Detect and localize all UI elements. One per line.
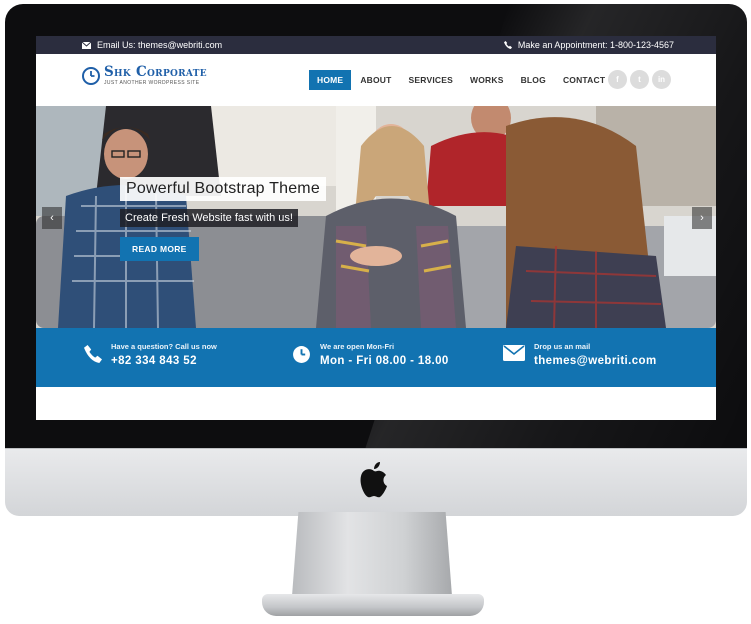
phone-icon	[503, 41, 512, 49]
read-more-button[interactable]: READ MORE	[120, 237, 199, 261]
monitor-bezel: Email Us: themes@webriti.com Make an App…	[5, 4, 747, 448]
envelope-icon	[503, 345, 525, 361]
site-header: Shk Corporate JUST ANOTHER WORDPRESS SIT…	[36, 54, 716, 106]
nav-item-blog[interactable]: BLOG	[513, 70, 554, 90]
website-screen: Email Us: themes@webriti.com Make an App…	[36, 36, 716, 420]
nav-item-contact[interactable]: CONTACT	[555, 70, 613, 90]
info-call: Have a question? Call us now +82 334 843…	[84, 342, 217, 370]
info-hours: We are open Mon-Fri Mon - Fri 08.00 - 18…	[292, 342, 449, 370]
slider-next-arrow[interactable]: ›	[692, 207, 712, 229]
twitter-icon[interactable]: t	[630, 70, 649, 89]
envelope-icon	[82, 41, 91, 49]
imac-monitor: Email Us: themes@webriti.com Make an App…	[5, 4, 747, 516]
nav-item-about[interactable]: ABOUT	[352, 70, 399, 90]
hero-subtitle: Create Fresh Website fast with us!	[120, 209, 298, 227]
info-hours-value: Mon - Fri 08.00 - 18.00	[320, 355, 449, 367]
info-call-value[interactable]: +82 334 843 52	[111, 352, 217, 370]
hero-slider: ‹ › Powerful Bootstrap Theme Create Fres…	[36, 106, 716, 328]
info-hours-label: We are open Mon-Fri	[320, 342, 395, 351]
logo-title: Shk Corporate	[104, 64, 207, 80]
site-logo[interactable]: Shk Corporate JUST ANOTHER WORDPRESS SIT…	[82, 64, 207, 86]
slider-prev-arrow[interactable]: ‹	[42, 207, 62, 229]
monitor-stand-neck	[292, 512, 452, 596]
logo-tagline: JUST ANOTHER WORDPRESS SITE	[104, 79, 200, 86]
topbar-email-text: Email Us: themes@webriti.com	[97, 40, 223, 50]
main-nav: HOME ABOUT SERVICES WORKS BLOG CONTACT	[309, 70, 614, 90]
info-call-label: Have a question? Call us now	[111, 342, 217, 351]
info-mail: Drop us an mail themes@webriti.com	[503, 342, 657, 370]
linkedin-icon[interactable]: in	[652, 70, 671, 89]
phone-icon	[84, 345, 102, 363]
social-links: f t in	[608, 70, 674, 89]
clock-icon	[293, 346, 310, 363]
info-mail-value[interactable]: themes@webriti.com	[534, 352, 657, 370]
apple-logo-icon	[360, 462, 387, 498]
top-contact-bar: Email Us: themes@webriti.com Make an App…	[36, 36, 716, 54]
clock-icon	[82, 66, 100, 85]
nav-item-services[interactable]: SERVICES	[401, 70, 461, 90]
topbar-email[interactable]: Email Us: themes@webriti.com	[82, 36, 222, 54]
nav-item-works[interactable]: WORKS	[462, 70, 512, 90]
info-mail-label: Drop us an mail	[534, 342, 591, 351]
topbar-phone-text: Make an Appointment: 1-800-123-4567	[517, 40, 674, 50]
contact-info-band: Have a question? Call us now +82 334 843…	[36, 328, 716, 387]
hero-title: Powerful Bootstrap Theme	[120, 177, 326, 201]
nav-item-home[interactable]: HOME	[309, 70, 352, 90]
facebook-icon[interactable]: f	[608, 70, 627, 89]
monitor-stand-base	[262, 594, 484, 616]
topbar-phone[interactable]: Make an Appointment: 1-800-123-4567	[503, 36, 674, 54]
